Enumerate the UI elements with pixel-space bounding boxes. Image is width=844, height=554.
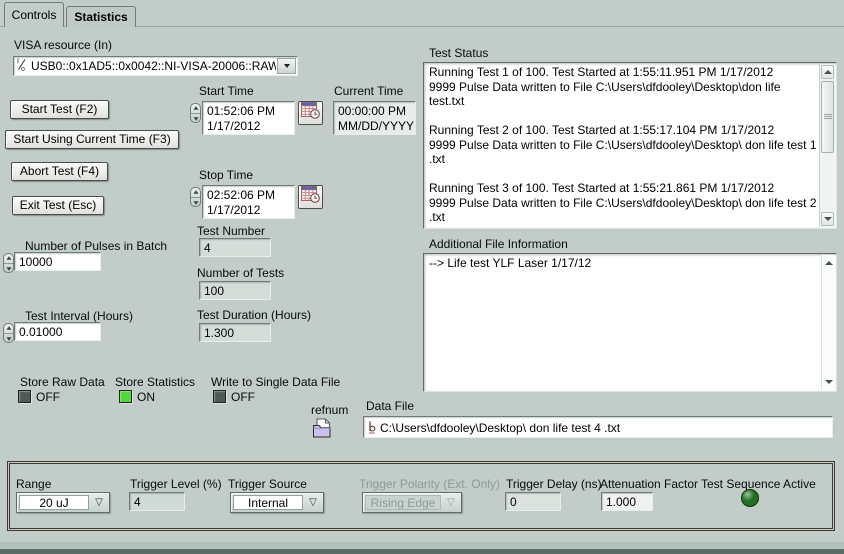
trigger-delay-field[interactable]: 0 — [505, 492, 561, 511]
stop-time-stepper[interactable] — [190, 187, 201, 207]
range-dropdown[interactable]: 20 uJ ▽ — [16, 492, 110, 513]
svg-text:o: o — [21, 66, 25, 72]
stop-time-calendar-button[interactable] — [298, 185, 323, 209]
start-time-stepper[interactable] — [190, 103, 201, 123]
store-statistics-led[interactable] — [119, 390, 132, 403]
trigger-source-value: Internal — [233, 495, 303, 510]
start-using-current-time-button[interactable]: Start Using Current Time (F3) — [5, 130, 179, 149]
trigger-polarity-value: Rising Edge — [365, 495, 441, 510]
chevron-down-icon[interactable] — [277, 58, 296, 74]
window-bottom-edge — [0, 549, 844, 554]
data-file-label: Data File — [366, 399, 414, 413]
stop-time-label: Stop Time — [199, 168, 253, 182]
range-label: Range — [16, 477, 51, 491]
start-time-field[interactable]: 01:52:06 PM 1/17/2012 — [202, 101, 295, 135]
additional-info-textarea[interactable]: --> Life test YLF Laser 1/17/12 — [423, 253, 837, 392]
attenuation-factor-field[interactable]: 1.000 — [601, 492, 653, 511]
test-duration-label: Test Duration (Hours) — [197, 308, 311, 322]
folder-refnum-icon[interactable] — [311, 418, 334, 444]
test-status-label: Test Status — [429, 46, 488, 60]
store-raw-data-state: OFF — [36, 390, 60, 404]
refnum-label: refnum — [311, 403, 348, 417]
stop-time-field[interactable]: 02:52:06 PM 1/17/2012 — [202, 185, 295, 219]
pulses-in-batch-field[interactable]: 10000 — [14, 252, 101, 271]
data-file-field[interactable]: C:\Users\dfdooley\Desktop\ don life test… — [363, 416, 833, 438]
window-bottom-band — [0, 542, 844, 549]
number-of-tests-label: Number of Tests — [197, 266, 284, 280]
store-statistics-label: Store Statistics — [115, 375, 195, 389]
scroll-down-icon[interactable] — [823, 375, 834, 389]
write-single-file-label: Write to Single Data File — [211, 375, 340, 389]
abort-test-button[interactable]: Abort Test (F4) — [11, 162, 108, 181]
chevron-down-icon[interactable]: ▽ — [303, 493, 323, 512]
scrollbar-thumb[interactable] — [821, 81, 834, 153]
trigger-source-dropdown[interactable]: Internal ▽ — [230, 492, 324, 513]
range-value: 20 uJ — [19, 495, 89, 510]
current-time-label: Current Time — [334, 84, 403, 98]
pulses-in-batch-label: Number of Pulses in Batch — [25, 239, 167, 253]
labview-front-panel: Controls Statistics VISA resource (In) I… — [0, 0, 844, 554]
test-status-textarea[interactable]: Running Test 1 of 100. Test Started at 1… — [423, 62, 837, 229]
additional-info-label: Additional File Information — [429, 237, 568, 251]
exit-test-button[interactable]: Exit Test (Esc) — [12, 196, 104, 215]
start-time-calendar-button[interactable] — [298, 101, 323, 125]
svg-text:I: I — [17, 58, 19, 65]
path-icon — [368, 421, 376, 434]
test-number-field: 4 — [199, 238, 271, 257]
visa-resource-value: USB0::0x1AD5::0x0042::NI-VISA-20006::RAW — [29, 59, 276, 73]
test-status-text: Running Test 1 of 100. Test Started at 1… — [429, 65, 817, 226]
test-duration-field: 1.300 — [199, 323, 271, 342]
trigger-source-label: Trigger Source — [228, 477, 307, 491]
test-sequence-active-label: Test Sequence Active — [701, 477, 816, 491]
number-of-tests-field: 100 — [199, 281, 271, 300]
start-time-label: Start Time — [199, 84, 254, 98]
test-interval-field[interactable]: 0.01000 — [14, 322, 101, 341]
trigger-polarity-dropdown: Rising Edge ▽ — [362, 492, 462, 513]
store-raw-data-label: Store Raw Data — [20, 375, 105, 389]
current-time-time: 00:00:00 PM — [338, 104, 412, 119]
test-status-scrollbar[interactable] — [819, 64, 835, 227]
write-single-file-state: OFF — [231, 390, 255, 404]
calendar-clock-icon — [301, 101, 321, 125]
start-time-time: 01:52:06 PM — [207, 104, 291, 119]
calendar-clock-icon — [301, 185, 321, 209]
scroll-up-icon[interactable] — [823, 256, 834, 270]
start-time-date: 1/17/2012 — [207, 119, 291, 134]
trigger-delay-label: Trigger Delay (ns) — [506, 477, 602, 491]
stop-time-date: 1/17/2012 — [207, 203, 291, 218]
chevron-down-icon: ▽ — [441, 493, 461, 512]
tab-statistics[interactable]: Statistics — [66, 6, 136, 27]
trigger-level-field[interactable]: 4 — [129, 492, 185, 511]
tab-controls[interactable]: Controls — [4, 2, 64, 27]
visa-resource-label: VISA resource (In) — [14, 38, 112, 52]
stop-time-time: 02:52:06 PM — [207, 188, 291, 203]
current-time-date: MM/DD/YYYY — [338, 119, 412, 134]
additional-info-text: --> Life test YLF Laser 1/17/12 — [429, 256, 817, 389]
store-raw-data-led[interactable] — [18, 390, 31, 403]
io-icon: Io — [17, 57, 27, 75]
pulses-in-batch-stepper[interactable] — [3, 253, 14, 273]
start-test-button[interactable]: Start Test (F2) — [10, 100, 109, 119]
trigger-polarity-label: Trigger Polarity (Ext. Only) — [359, 477, 500, 491]
test-number-label: Test Number — [197, 224, 265, 238]
chevron-down-icon[interactable]: ▽ — [89, 493, 109, 512]
trigger-level-label: Trigger Level (%) — [130, 477, 222, 491]
write-single-file-led[interactable] — [213, 390, 226, 403]
additional-info-scrollbar[interactable] — [821, 255, 835, 390]
scroll-up-icon[interactable] — [821, 65, 834, 79]
store-statistics-state: ON — [137, 390, 155, 404]
test-interval-label: Test Interval (Hours) — [25, 309, 133, 323]
test-interval-stepper[interactable] — [3, 323, 14, 343]
visa-resource-combo[interactable]: Io USB0::0x1AD5::0x0042::NI-VISA-20006::… — [13, 56, 298, 76]
test-sequence-active-led — [741, 489, 759, 507]
current-time-field: 00:00:00 PM MM/DD/YYYY — [333, 101, 416, 135]
attenuation-factor-label: Attenuation Factor — [600, 477, 698, 491]
data-file-value: C:\Users\dfdooley\Desktop\ don life test… — [380, 420, 620, 436]
scroll-down-icon[interactable] — [821, 212, 834, 226]
